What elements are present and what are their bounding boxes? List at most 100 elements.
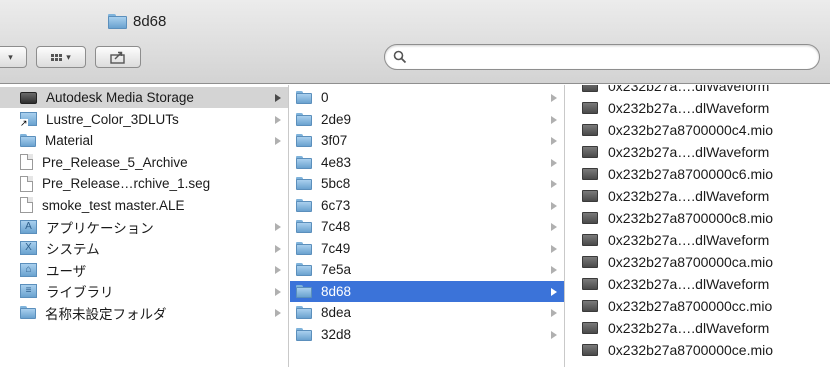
search-field[interactable] xyxy=(384,44,820,70)
list-item[interactable]: 0x232b27a….dlWaveform xyxy=(566,317,830,338)
folder-icon xyxy=(296,220,312,233)
list-item-label: Material xyxy=(45,133,94,148)
disclosure-arrow-icon xyxy=(551,223,557,231)
list-item[interactable]: Lustre_Color_3DLUTs xyxy=(0,109,288,130)
list-item[interactable]: 0x232b27a….dlWaveform xyxy=(566,229,830,250)
list-item[interactable]: 0x232b27a8700000c6.mio xyxy=(566,163,830,184)
list-item-label: ユーザ xyxy=(46,263,87,279)
list-item[interactable]: 3f07 xyxy=(290,130,564,151)
disclosure-arrow-icon xyxy=(551,180,557,188)
folder-icon xyxy=(296,112,312,126)
list-item[interactable]: ⌂ ユーザ xyxy=(0,259,288,280)
list-item-label: 7e5a xyxy=(321,262,352,277)
list-item[interactable]: 0x232b27a8700000ce.mio xyxy=(566,339,830,360)
disclosure-arrow-icon xyxy=(275,223,281,231)
list-item[interactable]: Material xyxy=(0,130,288,151)
list-item-label: 7c48 xyxy=(321,219,351,234)
list-item[interactable]: 0x232b27a8700000c8.mio xyxy=(566,207,830,228)
list-item[interactable]: 0x232b27a….dlWaveform xyxy=(566,97,830,118)
folder-icon xyxy=(296,177,312,190)
list-item-label: アプリケーション xyxy=(46,220,154,236)
list-item[interactable]: 0x232b27a….dlWaveform xyxy=(566,273,830,294)
list-item[interactable]: A アプリケーション xyxy=(0,216,288,237)
search-icon xyxy=(393,50,407,64)
list-item[interactable]: 8d68 xyxy=(290,280,564,302)
disclosure-arrow-icon xyxy=(275,287,281,296)
list-item-label: smoke_test master.ALE xyxy=(42,197,185,213)
column-1[interactable]: Autodesk Media Storage Lustre_Color_3DLUT… xyxy=(0,85,289,367)
file-icon xyxy=(582,189,598,202)
system-folder-icon: X xyxy=(20,241,37,255)
view-options-button[interactable]: ▾ xyxy=(36,46,86,68)
list-item[interactable]: 7e5a xyxy=(290,259,564,280)
disclosure-arrow-icon xyxy=(551,137,557,145)
window-title: 8d68 xyxy=(108,10,166,32)
disclosure-arrow-icon xyxy=(551,287,557,296)
disclosure-arrow-icon xyxy=(551,158,557,167)
share-button[interactable] xyxy=(95,46,141,68)
share-icon xyxy=(110,51,125,64)
column-2[interactable]: 0 2de9 3f07 4e83 5bc8 6c73 7c48 7c49 7e5a 8d68 8de… xyxy=(290,85,565,367)
list-item[interactable]: 0x232b27a8700000c4.mio xyxy=(566,119,830,140)
finder-toolbar: 8d68 ▾ ▾ xyxy=(0,0,830,84)
list-item-label: Lustre_Color_3DLUTs xyxy=(46,111,179,127)
list-item[interactable]: 0x232b27a8700000ca.mio xyxy=(566,251,830,272)
file-icon xyxy=(582,167,598,180)
document-icon xyxy=(20,197,33,213)
list-item[interactable]: 0x232b27a8700000cc.mio xyxy=(566,295,830,316)
list-item-label: 3f07 xyxy=(321,133,348,148)
list-item-label: 8d68 xyxy=(321,283,352,299)
file-icon xyxy=(582,255,598,268)
list-item-label: 0 xyxy=(321,90,329,105)
back-button[interactable]: ▾ xyxy=(0,46,27,68)
list-item[interactable]: 0x232b27a….dlWaveform xyxy=(566,141,830,162)
list-item-label: 4e83 xyxy=(321,154,352,170)
list-item-label: 名称未設定フォルダ xyxy=(45,306,167,322)
library-folder-icon: ≡ xyxy=(20,284,37,298)
list-item-label: システム xyxy=(46,242,100,257)
disclosure-arrow-icon xyxy=(275,137,281,145)
list-item[interactable]: 7c49 xyxy=(290,238,564,259)
list-item[interactable]: 0x232b27a….dlWaveform xyxy=(566,185,830,206)
disclosure-arrow-icon xyxy=(275,266,281,274)
list-item[interactable]: 4e83 xyxy=(290,152,564,173)
list-item[interactable]: 7c48 xyxy=(290,216,564,237)
file-icon xyxy=(582,211,598,224)
list-item[interactable]: ≡ ライブラリ xyxy=(0,281,288,302)
folder-icon xyxy=(296,263,312,276)
list-item-label: 0x232b27a….dlWaveform xyxy=(608,275,770,292)
list-item[interactable]: Pre_Release_5_Archive xyxy=(0,152,288,173)
list-item[interactable]: smoke_test master.ALE xyxy=(0,195,288,216)
applications-folder-icon: A xyxy=(20,219,37,234)
disclosure-arrow-icon xyxy=(551,115,557,124)
list-item[interactable]: Autodesk Media Storage xyxy=(0,87,288,108)
disclosure-arrow-icon xyxy=(551,266,557,274)
file-icon xyxy=(582,299,598,312)
list-item[interactable]: 0x232b27a….dlWaveform xyxy=(566,85,830,96)
list-item-label: 0x232b27a….dlWaveform xyxy=(608,143,770,160)
list-item-label: 0x232b27a….dlWaveform xyxy=(608,85,770,94)
list-item[interactable]: 6c73 xyxy=(290,195,564,216)
icon-view-icon xyxy=(51,53,63,61)
column-3[interactable]: 0x232b27a….dlWaveform 0x232b27a….dlWavefo… xyxy=(566,85,830,367)
list-item[interactable]: 8dea xyxy=(290,302,564,323)
disclosure-arrow-icon xyxy=(275,94,281,102)
list-item[interactable]: 5bc8 xyxy=(290,173,564,194)
list-item[interactable]: 名称未設定フォルダ xyxy=(0,302,288,323)
list-item[interactable]: 32d8 xyxy=(290,324,564,345)
list-item-label: 0x232b27a8700000ca.mio xyxy=(608,253,774,270)
list-item-label: Pre_Release_5_Archive xyxy=(42,154,188,170)
list-item[interactable]: 0 xyxy=(290,87,564,108)
disclosure-arrow-icon xyxy=(551,330,557,339)
list-item[interactable]: Pre_Release…rchive_1.seg xyxy=(0,173,288,194)
file-icon xyxy=(582,343,598,356)
list-item-label: 0x232b27a….dlWaveform xyxy=(608,231,770,248)
file-icon xyxy=(582,233,598,246)
list-item[interactable]: 2de9 xyxy=(290,109,564,130)
folder-icon xyxy=(20,306,36,319)
window-title-label: 8d68 xyxy=(133,12,167,30)
list-item[interactable]: X システム xyxy=(0,238,288,259)
folder-icon xyxy=(296,134,312,147)
list-item-label: 2de9 xyxy=(321,111,352,127)
file-icon xyxy=(582,277,598,290)
